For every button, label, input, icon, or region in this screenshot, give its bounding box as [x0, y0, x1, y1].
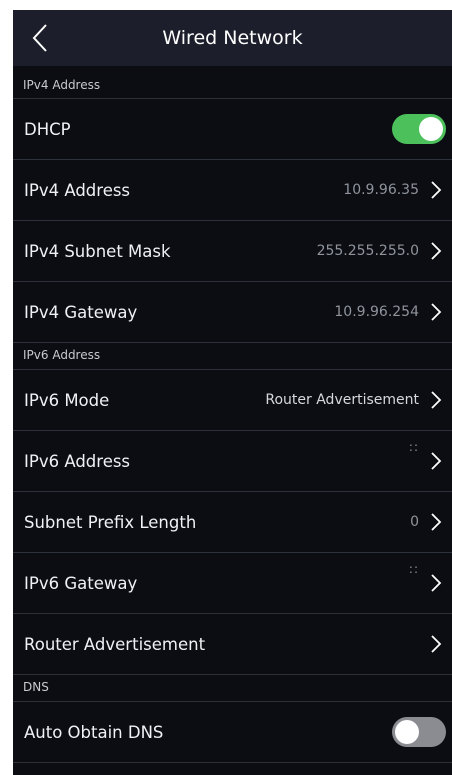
ipv6-gateway-row[interactable]: IPv6 Gateway ::: [13, 553, 452, 613]
ipv6-gateway-label: IPv6 Gateway: [24, 573, 138, 593]
toggle-knob: [419, 117, 443, 141]
chevron-right-icon: [431, 574, 442, 592]
chevron-right-icon: [431, 635, 442, 653]
ipv6-address-row[interactable]: IPv6 Address ::: [13, 431, 452, 491]
chevron-right-icon: [431, 513, 442, 531]
divider: [13, 762, 452, 763]
subnet-prefix-length-label: Subnet Prefix Length: [24, 512, 197, 532]
ipv6-mode-row[interactable]: IPv6 Mode Router Advertisement: [13, 370, 452, 430]
header-bar: Wired Network: [13, 10, 452, 66]
router-advertisement-row[interactable]: Router Advertisement: [13, 614, 452, 674]
subnet-prefix-length-value: 0: [410, 514, 419, 530]
chevron-right-icon: [431, 391, 442, 409]
ipv4-gateway-label: IPv4 Gateway: [24, 302, 138, 322]
ipv6-address-label: IPv6 Address: [24, 451, 131, 471]
chevron-right-icon: [431, 242, 442, 260]
ipv4-gateway-value: 10.9.96.254: [334, 304, 419, 320]
ipv6-mode-value: Router Advertisement: [265, 392, 419, 408]
auto-obtain-dns-toggle[interactable]: [392, 717, 446, 747]
ipv6-gateway-value: ::: [408, 562, 419, 576]
chevron-right-icon: [431, 303, 442, 321]
toggle-knob: [395, 720, 419, 744]
divider: [13, 342, 452, 343]
dhcp-label: DHCP: [24, 119, 71, 139]
chevron-right-icon: [431, 181, 442, 199]
ipv4-address-row[interactable]: IPv4 Address 10.9.96.35: [13, 160, 452, 220]
auto-obtain-dns-label: Auto Obtain DNS: [24, 722, 164, 742]
dhcp-toggle[interactable]: [392, 114, 446, 144]
auto-obtain-dns-row: Auto Obtain DNS: [13, 702, 452, 762]
ipv6-mode-label: IPv6 Mode: [24, 390, 110, 410]
section-header-ipv4: IPv4 Address: [23, 78, 101, 92]
section-header-dns: DNS: [23, 680, 49, 694]
divider: [13, 674, 452, 675]
ipv4-address-label: IPv4 Address: [24, 180, 131, 200]
ipv4-subnet-mask-row[interactable]: IPv4 Subnet Mask 255.255.255.0: [13, 221, 452, 281]
page-title: Wired Network: [162, 27, 303, 49]
ipv4-subnet-mask-value: 255.255.255.0: [316, 243, 419, 259]
dhcp-row: DHCP: [13, 99, 452, 159]
chevron-right-icon: [431, 452, 442, 470]
section-header-ipv6: IPv6 Address: [23, 348, 101, 362]
ipv4-subnet-mask-label: IPv4 Subnet Mask: [24, 241, 171, 261]
ipv6-address-value: ::: [408, 440, 419, 454]
subnet-prefix-length-row[interactable]: Subnet Prefix Length 0: [13, 492, 452, 552]
ipv4-gateway-row[interactable]: IPv4 Gateway 10.9.96.254: [13, 282, 452, 342]
ipv4-address-value: 10.9.96.35: [343, 182, 419, 198]
wired-network-screen: Wired Network IPv4 Address DHCP IPv4 Add…: [13, 10, 452, 775]
router-advertisement-label: Router Advertisement: [24, 634, 206, 654]
